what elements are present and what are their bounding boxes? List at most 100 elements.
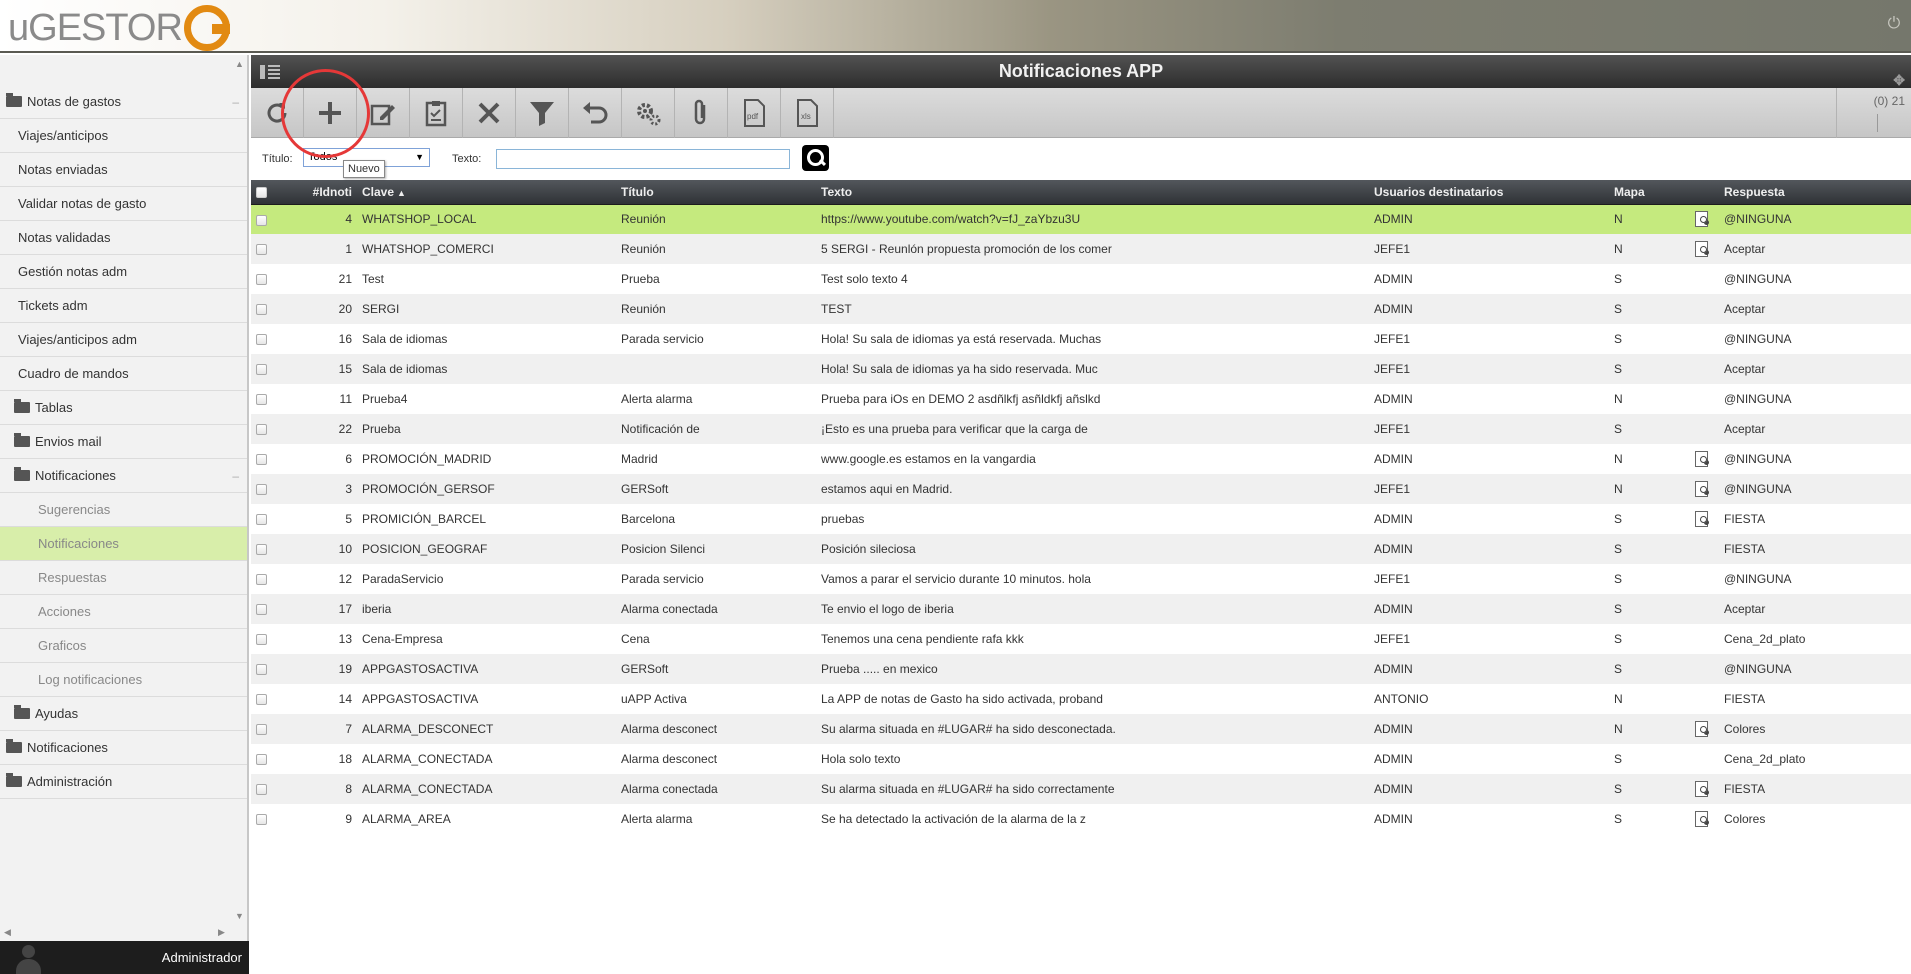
user-name[interactable]: Administrador [162, 941, 242, 974]
table-row[interactable]: 13 Cena-Empresa Cena Tenemos una cena pendi… [251, 624, 1911, 654]
avatar[interactable] [14, 945, 42, 974]
select-all-checkbox[interactable] [251, 180, 276, 205]
sidebar-item[interactable]: Log notificaciones [0, 663, 247, 697]
table-row[interactable]: 4 WHATSHOP_LOCAL Reunión https://www.youtub… [251, 204, 1911, 234]
sidebar-item[interactable]: Tickets adm [0, 289, 247, 323]
delete-button[interactable] [463, 88, 516, 138]
table-row[interactable]: 22 Prueba Notificación de ¡Esto es una prue… [251, 414, 1911, 444]
undo-button[interactable] [569, 88, 622, 138]
map-preview-icon[interactable] [1694, 721, 1709, 737]
map-preview-icon[interactable] [1694, 481, 1709, 497]
sidebar-item[interactable]: Administración [0, 765, 247, 799]
search-button[interactable] [802, 145, 829, 171]
row-checkbox[interactable] [256, 814, 267, 826]
add-button[interactable] [304, 88, 357, 138]
row-checkbox[interactable] [256, 694, 267, 706]
sidebar-item[interactable]: Respuestas [0, 561, 247, 595]
map-preview-icon[interactable] [1694, 511, 1709, 527]
sidebar-item[interactable]: Gestión notas adm [0, 255, 247, 289]
row-checkbox[interactable] [256, 214, 267, 226]
row-checkbox[interactable] [256, 544, 267, 556]
table-row[interactable]: 6 PROMOCIÓN_MADRID Madrid www.google.es est… [251, 444, 1911, 474]
row-checkbox[interactable] [256, 364, 267, 376]
row-checkbox[interactable] [256, 664, 267, 676]
scroll-up-icon[interactable]: ▲ [235, 59, 244, 69]
scroll-down-icon[interactable]: ▼ [235, 911, 244, 921]
sidebar-item[interactable]: Cuadro de mandos [0, 357, 247, 391]
row-checkbox[interactable] [256, 274, 267, 286]
row-checkbox[interactable] [256, 424, 267, 436]
menu-toggle-icon[interactable] [260, 65, 280, 79]
sidebar-item[interactable]: Notificaciones [0, 731, 247, 765]
col-texto[interactable]: Texto [816, 180, 1369, 205]
map-preview-icon[interactable] [1694, 781, 1709, 797]
table-row[interactable]: 21 Test Prueba Test solo texto 4 ADMIN S @NING… [251, 264, 1911, 294]
table-row[interactable]: 19 APPGASTOSACTIVA GERSoft Prueba ..... en … [251, 654, 1911, 684]
row-checkbox[interactable] [256, 454, 267, 466]
map-preview-icon[interactable] [1694, 211, 1709, 228]
table-row[interactable]: 14 APPGASTOSACTIVA uAPP Activa La APP de no… [251, 684, 1911, 714]
sidebar-item[interactable]: Sugerencias [0, 493, 247, 527]
scroll-right-icon[interactable]: ▶ [218, 927, 225, 938]
sidebar-item[interactable]: Validar notas de gasto [0, 187, 247, 221]
table-row[interactable]: 9 ALARMA_AREA Alerta alarma Se ha detectado… [251, 804, 1911, 834]
sidebar-item[interactable]: Notas enviadas [0, 153, 247, 187]
col-titulo[interactable]: Título [616, 180, 816, 205]
refresh-button[interactable] [251, 88, 304, 138]
sidebar-item[interactable]: Ayudas [0, 697, 247, 731]
table-row[interactable]: 18 ALARMA_CONECTADA Alarma desconect Hola s… [251, 744, 1911, 774]
row-checkbox[interactable] [256, 574, 267, 586]
sidebar-item[interactable]: Notificaciones – [0, 459, 247, 493]
app-logo[interactable]: uGESTOR [8, 5, 230, 51]
col-usuarios[interactable]: Usuarios destinatarios [1369, 180, 1609, 205]
table-row[interactable]: 20 SERGI Reunión TEST ADMIN S Aceptar [251, 294, 1911, 324]
sidebar-item[interactable]: Viajes/anticipos adm [0, 323, 247, 357]
edit-button[interactable] [357, 88, 410, 138]
row-checkbox[interactable] [256, 724, 267, 736]
map-preview-icon[interactable] [1694, 451, 1709, 467]
sidebar-item[interactable]: Envios mail [0, 425, 247, 459]
row-checkbox[interactable] [256, 484, 267, 496]
table-row[interactable]: 12 ParadaServicio Parada servicio Vamos a p… [251, 564, 1911, 594]
pdf-export-button[interactable]: pdf [728, 88, 781, 138]
table-row[interactable]: 7 ALARMA_DESCONECT Alarma desconect Su alar… [251, 714, 1911, 744]
filter-button[interactable] [516, 88, 569, 138]
table-row[interactable]: 3 PROMOCIÓN_GERSOF GERSoft estamos aqui en … [251, 474, 1911, 504]
attach-button[interactable] [675, 88, 728, 138]
row-checkbox[interactable] [256, 244, 267, 256]
row-checkbox[interactable] [256, 784, 267, 796]
table-row[interactable]: 11 Prueba4 Alerta alarma Prueba para iOs en… [251, 384, 1911, 414]
table-row[interactable]: 16 Sala de idiomas Parada servicio Hola! Su… [251, 324, 1911, 354]
sidebar-item[interactable]: Notificaciones [0, 527, 247, 561]
sidebar-item[interactable]: Acciones [0, 595, 247, 629]
settings-button[interactable] [622, 88, 675, 138]
table-row[interactable]: 10 POSICION_GEOGRAF Posicion Silenci Posici… [251, 534, 1911, 564]
table-row[interactable]: 1 WHATSHOP_COMERCI Reunión 5 SERGI - Reunló… [251, 234, 1911, 264]
clipboard-button[interactable] [410, 88, 463, 138]
sidebar-item[interactable]: Notas validadas [0, 221, 247, 255]
sidebar-item[interactable]: Notas de gastos – [0, 85, 247, 119]
table-row[interactable]: 5 PROMICIÓN_BARCEL Barcelona pruebas ADMIN S F… [251, 504, 1911, 534]
row-checkbox[interactable] [256, 604, 267, 616]
row-checkbox[interactable] [256, 754, 267, 766]
scroll-left-icon[interactable]: ◀ [4, 927, 11, 938]
row-checkbox[interactable] [256, 634, 267, 646]
row-checkbox[interactable] [256, 394, 267, 406]
sidebar-horizontal-scrollbar[interactable]: ◀ ▶ [0, 925, 229, 941]
map-preview-icon[interactable] [1694, 241, 1709, 257]
texto-input[interactable] [496, 149, 790, 169]
col-idnoti[interactable]: #Idnoti [276, 180, 357, 205]
sidebar-item[interactable]: Graficos [0, 629, 247, 663]
table-row[interactable]: 8 ALARMA_CONECTADA Alarma conectada Su alar… [251, 774, 1911, 804]
col-mapa[interactable]: Mapa [1609, 180, 1689, 205]
table-row[interactable]: 17 iberia Alarma conectada Te envio el logo… [251, 594, 1911, 624]
table-row[interactable]: 15 Sala de idiomas Hola! Su sala de idioma… [251, 354, 1911, 384]
sidebar-item[interactable]: Viajes/anticipos [0, 119, 247, 153]
map-preview-icon[interactable] [1694, 811, 1709, 827]
col-clave[interactable]: Clave ▲ [357, 180, 616, 205]
col-respuesta[interactable]: Respuesta [1719, 180, 1911, 205]
power-icon[interactable]: ⏻ [1885, 15, 1903, 33]
row-checkbox[interactable] [256, 304, 267, 316]
row-checkbox[interactable] [256, 334, 267, 346]
sidebar-item[interactable]: Tablas [0, 391, 247, 425]
